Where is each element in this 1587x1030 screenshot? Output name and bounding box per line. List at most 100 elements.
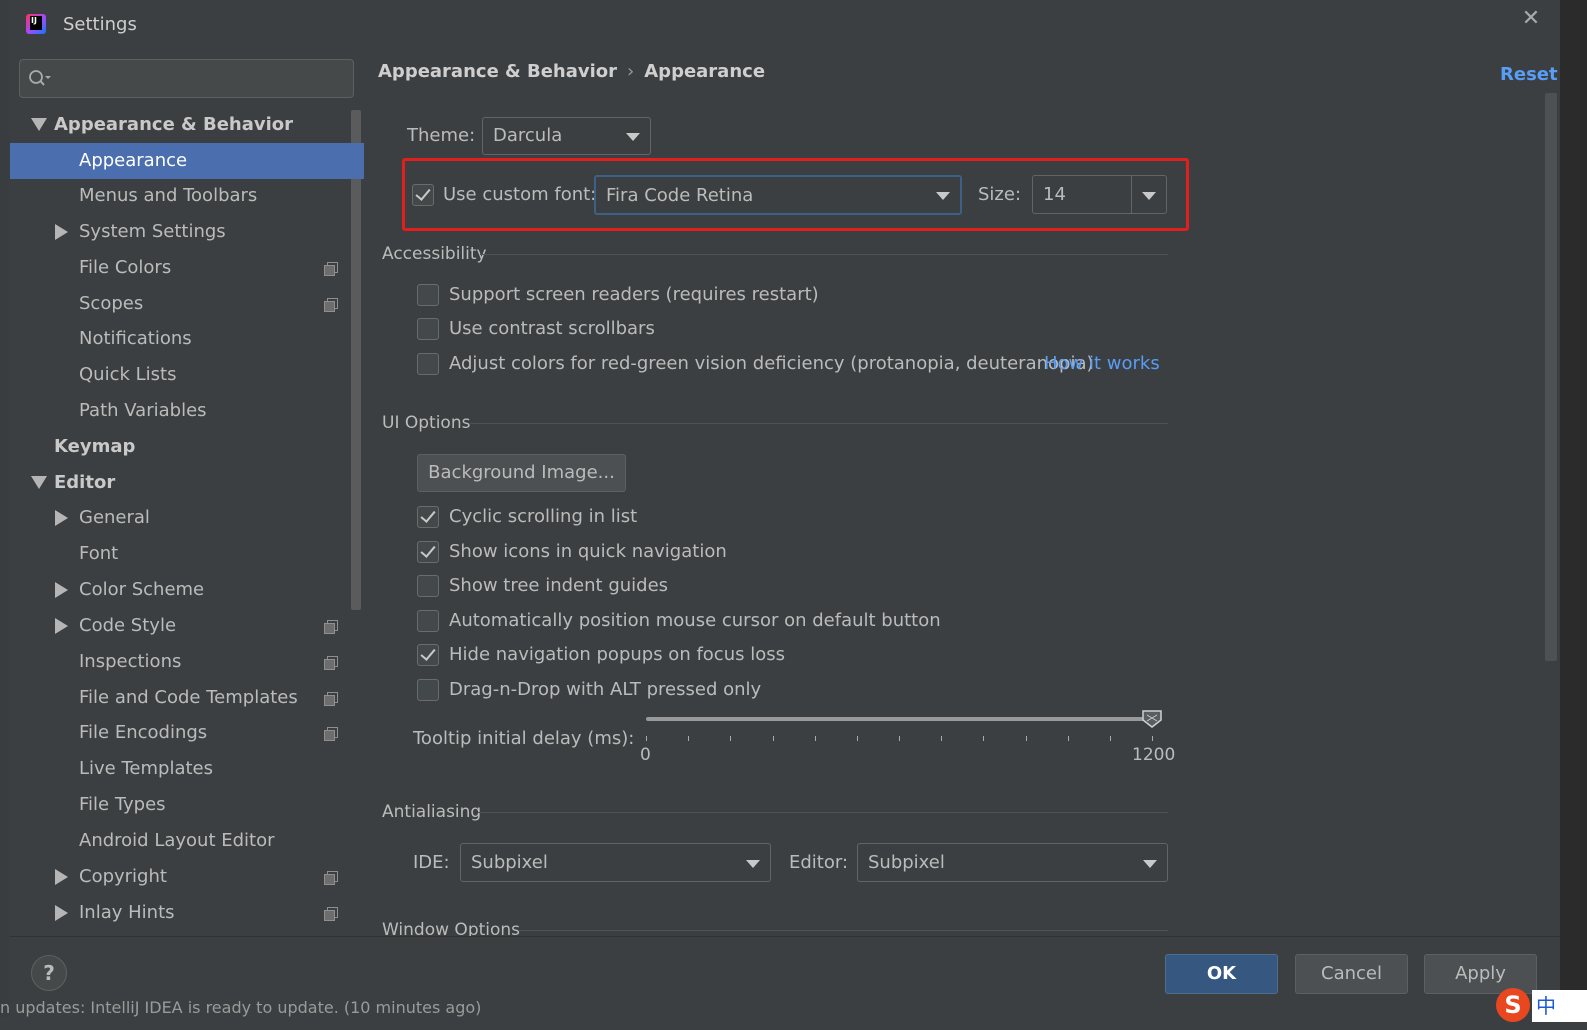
breadcrumb-current: Appearance	[644, 61, 766, 82]
screen-readers-checkbox[interactable]	[417, 284, 439, 306]
project-level-icon	[324, 620, 338, 634]
color-deficiency-label: Adjust colors for red-green vision defic…	[449, 353, 1094, 374]
tooltip-delay-label: Tooltip initial delay (ms):	[413, 728, 635, 749]
ide-aa-label: IDE:	[413, 852, 450, 873]
help-button[interactable]: ?	[31, 955, 67, 991]
collapsed-arrow-icon	[55, 618, 68, 634]
tree-item-font[interactable]: Font	[10, 536, 350, 572]
combo-divider	[1131, 176, 1132, 213]
drag-alt-label: Drag-n-Drop with ALT pressed only	[449, 679, 762, 700]
tree-item-label: Appearance & Behavior	[54, 114, 294, 135]
expanded-arrow-icon	[31, 476, 47, 489]
collapsed-arrow-icon	[55, 224, 68, 240]
tree-item-editor[interactable]: Editor	[10, 465, 350, 501]
intellij-logo-icon: IJ	[26, 14, 46, 34]
project-level-icon	[324, 692, 338, 706]
collapsed-arrow-icon	[55, 510, 68, 526]
background-image-button[interactable]: Background Image...	[417, 454, 626, 492]
reset-link[interactable]: Reset	[1500, 64, 1558, 85]
slider-tick	[899, 736, 900, 741]
tree-item-label: Keymap	[54, 436, 136, 457]
ide-background-edge	[1560, 0, 1587, 1030]
tree-indent-checkbox[interactable]	[417, 575, 439, 597]
editor-antialiasing-dropdown[interactable]: Subpixel	[857, 843, 1168, 882]
tree-item-live-templates[interactable]: Live Templates	[10, 751, 350, 787]
font-size-value: 14	[1043, 184, 1066, 205]
tree-item-inspections[interactable]: Inspections	[10, 644, 350, 680]
search-input[interactable]	[19, 59, 354, 98]
breadcrumb-parent[interactable]: Appearance & Behavior	[378, 61, 617, 82]
theme-dropdown[interactable]: Darcula	[482, 117, 651, 155]
close-icon[interactable]: ✕	[1518, 6, 1544, 32]
color-deficiency-checkbox[interactable]	[417, 353, 439, 375]
cyclic-scrolling-checkbox[interactable]	[417, 506, 439, 528]
breadcrumb: Appearance & Behavior › Appearance	[378, 61, 765, 82]
font-family-dropdown[interactable]: Fira Code Retina	[594, 175, 962, 215]
tree-scrollbar[interactable]	[351, 110, 361, 610]
tree-item-file-encodings[interactable]: File Encodings	[10, 715, 350, 751]
font-size-combobox[interactable]: 14	[1032, 175, 1167, 214]
tree-item-code-style[interactable]: Code Style	[10, 608, 350, 644]
tree-item-label: Path Variables	[79, 400, 207, 421]
editor-aa-value: Subpixel	[868, 852, 945, 873]
tree-item-label: Inspections	[79, 651, 182, 672]
project-level-icon	[324, 907, 338, 921]
slider-tick	[730, 736, 732, 741]
slider-thumb[interactable]	[1142, 710, 1162, 728]
how-it-works-link[interactable]: How it works	[1044, 353, 1160, 374]
tree-item-notifications[interactable]: Notifications	[10, 321, 350, 357]
tree-item-general[interactable]: General	[10, 500, 350, 536]
tooltip-delay-slider-track[interactable]	[646, 717, 1154, 721]
tree-item-color-scheme[interactable]: Color Scheme	[10, 572, 350, 608]
use-custom-font-checkbox[interactable]	[412, 184, 434, 206]
tree-item-system-settings[interactable]: System Settings	[10, 214, 350, 250]
ide-antialiasing-dropdown[interactable]: Subpixel	[460, 843, 771, 882]
slider-tick	[772, 736, 774, 741]
tree-item-file-code-templates[interactable]: File and Code Templates	[10, 680, 350, 716]
project-level-icon	[324, 656, 338, 670]
project-level-icon	[324, 262, 338, 276]
tree-item-label: Font	[79, 543, 119, 564]
tree-item-inlay-hints[interactable]: Inlay Hints	[10, 895, 350, 931]
accessibility-section-title: Accessibility	[382, 244, 487, 264]
auto-position-cursor-label: Automatically position mouse cursor on d…	[449, 610, 941, 631]
tree-item-android-layout-editor[interactable]: Android Layout Editor	[10, 823, 350, 859]
search-icon	[29, 70, 51, 86]
tree-item-menus-toolbars[interactable]: Menus and Toolbars	[10, 178, 350, 214]
show-icons-checkbox[interactable]	[417, 541, 439, 563]
drag-alt-checkbox[interactable]	[417, 679, 439, 701]
title-bar	[10, 0, 1560, 50]
ok-button[interactable]: OK	[1165, 954, 1278, 994]
tree-item-label: Scopes	[79, 293, 144, 314]
chevron-down-icon	[1143, 859, 1157, 868]
tree-item-copyright[interactable]: Copyright	[10, 859, 350, 895]
tree-item-label: File Types	[79, 794, 166, 815]
tree-item-appearance[interactable]: Appearance	[10, 143, 364, 179]
tree-item-quick-lists[interactable]: Quick Lists	[10, 357, 350, 393]
tree-item-label: Android Layout Editor	[79, 830, 275, 851]
tree-item-scopes[interactable]: Scopes	[10, 286, 350, 322]
tree-item-label: System Settings	[79, 221, 226, 242]
tree-item-label: File and Code Templates	[79, 687, 298, 708]
tree-item-file-types[interactable]: File Types	[10, 787, 350, 823]
section-divider	[478, 812, 1168, 813]
cancel-button[interactable]: Cancel	[1295, 954, 1408, 994]
tree-item-file-colors[interactable]: File Colors	[10, 250, 350, 286]
hide-popups-checkbox[interactable]	[417, 644, 439, 666]
tree-item-label: File Encodings	[79, 722, 208, 743]
tree-indent-label: Show tree indent guides	[449, 575, 669, 596]
tree-item-path-variables[interactable]: Path Variables	[10, 393, 350, 429]
ime-indicator[interactable]: S 中	[1496, 988, 1587, 1030]
content-scrollbar[interactable]	[1545, 93, 1557, 661]
contrast-scrollbars-checkbox[interactable]	[417, 318, 439, 340]
auto-position-cursor-checkbox[interactable]	[417, 610, 439, 632]
section-divider	[470, 423, 1168, 424]
tree-item-keymap[interactable]: Keymap	[10, 429, 350, 465]
slider-tick	[814, 736, 816, 741]
slider-tick	[688, 736, 690, 741]
expanded-arrow-icon	[31, 118, 47, 131]
chevron-down-icon	[1142, 191, 1156, 200]
tree-item-appearance-behavior[interactable]: Appearance & Behavior	[10, 107, 350, 143]
chevron-down-icon	[746, 859, 760, 868]
show-icons-label: Show icons in quick navigation	[449, 541, 727, 562]
